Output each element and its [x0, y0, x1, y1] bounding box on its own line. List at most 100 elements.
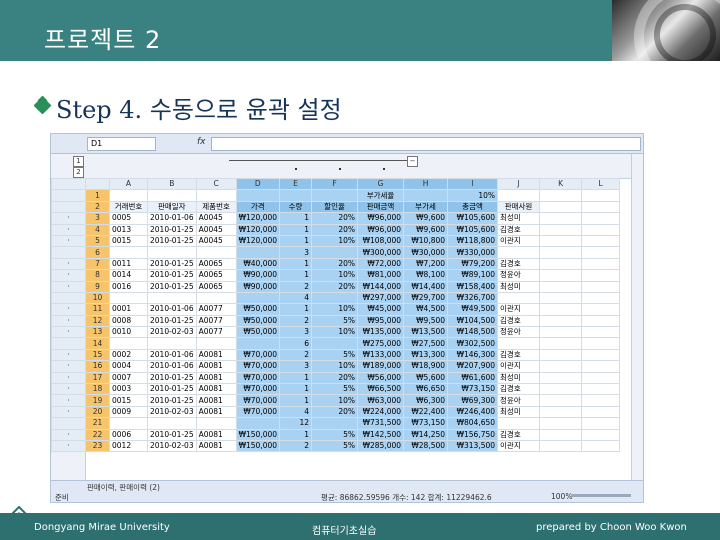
cell[interactable]: 이관지	[497, 234, 541, 248]
cell[interactable]: ₩146,300	[447, 348, 499, 362]
cell[interactable]: 0016	[109, 280, 148, 293]
cell[interactable]: ₩95,000	[357, 314, 405, 328]
cell[interactable]: 2010-02-03	[147, 405, 197, 419]
cell[interactable]: 정윤아	[497, 269, 541, 282]
cell[interactable]: 2	[279, 314, 313, 328]
cell[interactable]: ₩118,800	[447, 234, 499, 248]
cell[interactable]: 0003	[109, 383, 148, 396]
row-header[interactable]: 1	[85, 189, 110, 202]
row-header[interactable]: 19	[85, 394, 110, 407]
cell[interactable]: 이관지	[497, 439, 541, 453]
cell[interactable]: ₩135,000	[357, 326, 405, 339]
cell[interactable]: 2010-01-25	[147, 257, 197, 271]
cell[interactable]: 2010-01-06	[147, 360, 197, 373]
cell[interactable]: A0081	[195, 428, 237, 442]
cell[interactable]: ₩10,800	[403, 234, 449, 248]
cell[interactable]: 이관지	[497, 360, 541, 373]
cell[interactable]: ₩275,000	[357, 337, 405, 350]
cell[interactable]: ₩70,000	[235, 348, 281, 362]
cell[interactable]: 2010-01-25	[147, 428, 197, 442]
cell[interactable]: 6	[279, 337, 313, 350]
cell[interactable]: 1	[279, 383, 313, 396]
cell[interactable]: ₩66,500	[357, 383, 405, 396]
cell[interactable]: 김경호	[497, 428, 541, 442]
cell[interactable]: ₩148,500	[447, 326, 499, 339]
cell[interactable]: ₩326,700	[447, 291, 499, 305]
row-header[interactable]: 9	[85, 280, 110, 293]
cell[interactable]: 3	[279, 246, 313, 259]
column-header[interactable]: E	[279, 177, 313, 191]
cell[interactable]: 2010-01-25	[147, 280, 197, 293]
column-header[interactable]: D	[235, 177, 281, 191]
cell[interactable]	[581, 257, 621, 271]
cell[interactable]	[539, 234, 583, 248]
cell[interactable]	[539, 257, 583, 271]
cell[interactable]: ₩56,000	[357, 371, 405, 385]
cell[interactable]: 2010-01-25	[147, 394, 197, 407]
cell[interactable]: ₩105,600	[447, 212, 499, 225]
cell[interactable]: ₩108,000	[357, 234, 405, 248]
cell[interactable]	[539, 439, 583, 453]
cell[interactable]	[235, 189, 281, 202]
cell[interactable]: A0081	[195, 439, 237, 453]
cell[interactable]: 5%	[311, 348, 359, 362]
cell[interactable]: 김경호	[497, 223, 541, 236]
cell[interactable]: ₩297,000	[357, 291, 405, 305]
cell[interactable]: 2010-01-25	[147, 314, 197, 328]
cell[interactable]: ₩96,000	[357, 223, 405, 236]
cell[interactable]: 5%	[311, 383, 359, 396]
cell[interactable]	[497, 417, 541, 430]
cell[interactable]	[581, 291, 621, 305]
cell[interactable]: 김경호	[497, 257, 541, 271]
cell[interactable]: A0045	[195, 212, 237, 225]
cell[interactable]: 0006	[109, 428, 148, 442]
cell[interactable]	[497, 189, 541, 202]
cell[interactable]	[235, 291, 281, 305]
cell[interactable]: ₩6,300	[403, 394, 449, 407]
column-header[interactable]: B	[147, 177, 197, 191]
cell[interactable]: 2010-01-25	[147, 269, 197, 282]
cell[interactable]: 2010-01-25	[147, 234, 197, 248]
cell[interactable]: 0013	[109, 223, 148, 236]
cell[interactable]: ₩4,500	[403, 303, 449, 316]
cell[interactable]	[539, 200, 583, 214]
cell[interactable]: A0081	[195, 394, 237, 407]
cell[interactable]: ₩61,600	[447, 371, 499, 385]
cell[interactable]	[581, 314, 621, 328]
row-header[interactable]: 12	[85, 314, 110, 328]
cell[interactable]: ₩158,400	[447, 280, 499, 293]
row-header[interactable]: 16	[85, 360, 110, 373]
column-header[interactable]: A	[109, 177, 148, 191]
sheet-tabs[interactable]: 판매이력, 판매이력 (2)	[87, 482, 160, 493]
cell[interactable]: 10%	[311, 360, 359, 373]
row-header[interactable]: 20	[85, 405, 110, 419]
cell[interactable]: 0011	[109, 257, 148, 271]
cell[interactable]: 10%	[311, 303, 359, 316]
cell[interactable]: 1	[279, 394, 313, 407]
column-header[interactable]: L	[581, 177, 621, 191]
cell[interactable]: 1	[279, 428, 313, 442]
cell[interactable]: 0009	[109, 405, 148, 419]
cell[interactable]: 최성미	[497, 280, 541, 293]
cell[interactable]	[109, 246, 148, 259]
cell[interactable]: 2010-01-06	[147, 212, 197, 225]
row-header[interactable]: 6	[85, 246, 110, 259]
cell[interactable]	[581, 326, 621, 339]
header-cell[interactable]: 가격	[235, 200, 281, 214]
cell[interactable]: 0007	[109, 371, 148, 385]
cell[interactable]: ₩14,250	[403, 428, 449, 442]
cell[interactable]: 1	[279, 234, 313, 248]
cell[interactable]: 10%	[311, 234, 359, 248]
header-cell[interactable]: 부가세	[403, 200, 449, 214]
cell[interactable]: 2010-02-03	[147, 326, 197, 339]
cell[interactable]	[539, 314, 583, 328]
cell[interactable]: 정윤아	[497, 394, 541, 407]
cell[interactable]: ₩45,000	[357, 303, 405, 316]
cell[interactable]: ₩70,000	[235, 360, 281, 373]
header-cell[interactable]: 제품번호	[195, 200, 237, 214]
cell[interactable]	[311, 337, 359, 350]
cell[interactable]	[581, 394, 621, 407]
cell[interactable]: ₩29,700	[403, 291, 449, 305]
row-header[interactable]: 11	[85, 303, 110, 316]
cell[interactable]: ₩27,500	[403, 337, 449, 350]
